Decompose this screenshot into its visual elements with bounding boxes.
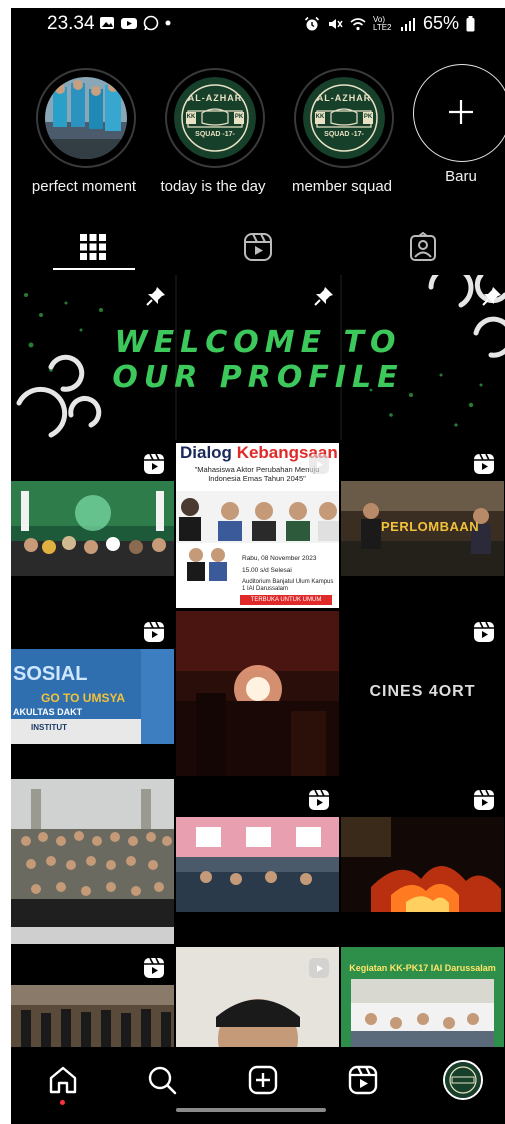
- battery-percent: 65%: [422, 13, 459, 33]
- logo-left: KK: [186, 114, 196, 120]
- logo-title: AL-AZHAR: [187, 93, 243, 103]
- active-tab-indicator: [53, 268, 135, 270]
- reels-badge-icon: [474, 789, 494, 810]
- gesture-bar: [176, 1108, 326, 1112]
- nav-home[interactable]: [43, 1060, 83, 1100]
- mute-icon: [328, 18, 343, 29]
- nav-create[interactable]: [243, 1060, 283, 1100]
- pinned-post-welcome[interactable]: WELCOME TO OUR PROFILE: [11, 275, 505, 440]
- reels-badge-icon: [474, 453, 494, 474]
- plus-icon: [413, 64, 505, 160]
- pin-icon: [314, 287, 333, 306]
- highlight-label: today is the day: [160, 178, 266, 195]
- banner-institut: INSTITUT: [31, 723, 67, 732]
- cineshort-logo: CINES 4ORT: [369, 683, 476, 700]
- reels-icon: [244, 233, 272, 261]
- post-group-photo[interactable]: [11, 779, 174, 944]
- highlight-cover-logo: AL-AZHAR KK PK SQUAD -17-: [303, 77, 385, 159]
- welcome-title: WELCOME TO OUR PROFILE: [112, 325, 404, 395]
- post-reel-crowd[interactable]: [11, 947, 174, 1047]
- speakers-row: [176, 491, 339, 543]
- reels-badge-icon: [309, 454, 329, 474]
- highlight-label: Baru: [445, 168, 477, 185]
- logo-subtitle: SQUAD -17-: [324, 131, 364, 138]
- tagged-person-icon: [410, 232, 436, 261]
- poster-banner: TERBUKA UNTUK UMUM: [240, 595, 332, 605]
- highlight-cover-photo: [45, 77, 127, 159]
- post-reel-cineshort[interactable]: CINES 4ORT: [341, 611, 504, 776]
- notification-dot-icon: [165, 20, 171, 26]
- post-reel-portrait[interactable]: [176, 947, 339, 1047]
- story-highlights: perfect moment AL-AZHAR KK PK SQUAD -17-…: [11, 64, 505, 204]
- post-reel-perlombaan[interactable]: PERLOMBAAN: [341, 443, 504, 608]
- bottom-navigation: [11, 1048, 505, 1112]
- grid-icon: [80, 234, 106, 260]
- logo-subtitle: SQUAD -17-: [195, 131, 235, 138]
- phone-screen: 23.34 Vo) LTE2 65% perfect moment AL-AZH…: [11, 8, 505, 1124]
- logo-left: KK: [315, 114, 325, 120]
- pin-icon: [482, 287, 501, 306]
- post-reel-houses[interactable]: [176, 779, 339, 944]
- plus-square-icon: [248, 1065, 278, 1095]
- highlight-label: member squad: [291, 178, 393, 195]
- logo-title: AL-AZHAR: [316, 93, 372, 103]
- poster-time: 15.00 s/d Selesai: [242, 567, 292, 574]
- post-reel-fire[interactable]: [341, 779, 504, 944]
- status-time: 23.34: [47, 13, 95, 34]
- logo-right: PK: [234, 114, 244, 120]
- reels-badge-icon: [144, 621, 164, 642]
- post-kegiatan[interactable]: Kegiatan KK-PK17 IAI Darussalam: [341, 947, 504, 1047]
- tab-tagged[interactable]: [341, 218, 505, 276]
- post-dialog-kebangsaan[interactable]: Dialog Kebangsaan "Mahasiswa Aktor Perub…: [176, 443, 339, 608]
- status-bar: 23.34 Vo) LTE2 65%: [11, 8, 505, 42]
- reels-badge-icon: [309, 789, 329, 810]
- post-reel-sosial[interactable]: SOSIAL GO TO UMSYA AKULTAS DAKT INSTITUT: [11, 611, 174, 776]
- youtube-icon: [121, 18, 137, 29]
- poster-place: Auditorium Banjatul Ulum Kampus 1 IAI Da…: [242, 579, 334, 592]
- battery-icon: [466, 15, 475, 31]
- highlight-cover-logo: AL-AZHAR KK PK SQUAD -17-: [174, 77, 256, 159]
- banner-sosial: SOSIAL: [13, 663, 88, 685]
- gallery-icon: [100, 17, 114, 29]
- moderators-photo: [187, 548, 227, 581]
- search-icon: [148, 1066, 177, 1095]
- network-label: Vo) LTE2: [372, 14, 392, 32]
- perlombaan-text: PERLOMBAAN: [381, 519, 480, 534]
- home-icon: [49, 1066, 77, 1094]
- wifi-icon: [350, 17, 366, 30]
- tab-reels[interactable]: [176, 218, 340, 276]
- banner-go-to-umsya: GO TO UMSYA: [41, 691, 126, 705]
- nav-profile[interactable]: [443, 1060, 483, 1100]
- poster-date: Rabu, 08 November 2023: [242, 555, 317, 562]
- profile-avatar: [443, 1060, 483, 1100]
- reels-badge-icon: [144, 453, 164, 474]
- post-sunset-photo[interactable]: [176, 611, 339, 776]
- pin-icon: [146, 287, 165, 306]
- reels-badge-icon: [309, 958, 329, 978]
- post-reel-stage[interactable]: [11, 443, 174, 608]
- alarm-icon: [304, 16, 320, 30]
- banner-fakultas: AKULTAS DAKT: [13, 707, 83, 717]
- poster-title-a: Dialog: [180, 443, 232, 462]
- logo-right: PK: [363, 114, 373, 120]
- nav-search[interactable]: [142, 1060, 182, 1100]
- kegiatan-title: Kegiatan KK-PK17 IAI Darussalam: [349, 963, 496, 973]
- reels-icon: [348, 1065, 378, 1095]
- reels-badge-icon: [474, 621, 494, 642]
- nav-reels[interactable]: [343, 1060, 383, 1100]
- reels-badge-icon: [144, 957, 164, 978]
- notification-dot: [60, 1100, 65, 1105]
- whatsapp-icon: [143, 15, 159, 31]
- highlight-label: perfect moment: [31, 178, 137, 195]
- signal-icon: [400, 17, 415, 31]
